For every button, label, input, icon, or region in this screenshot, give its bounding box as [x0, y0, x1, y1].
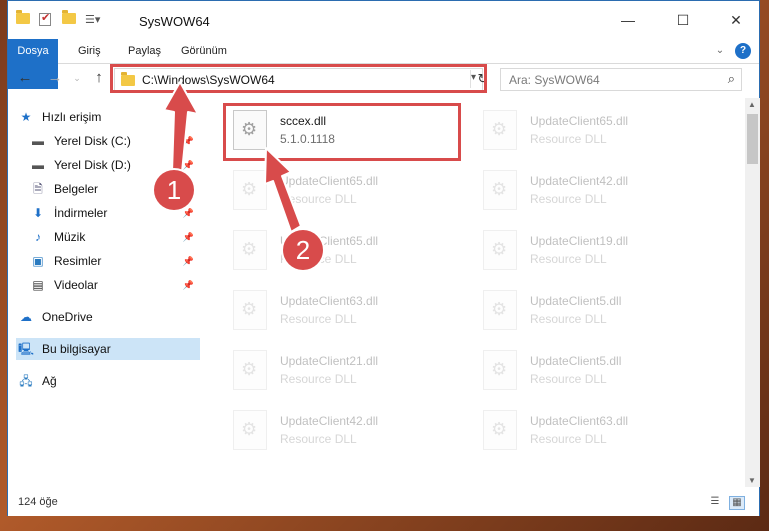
step-badge-2: 2: [283, 230, 323, 270]
arrow-2-icon: [264, 147, 302, 233]
arrow-1-icon: [163, 81, 199, 173]
step-badge-1: 1: [154, 170, 194, 210]
annotation-arrows: [163, 81, 302, 233]
